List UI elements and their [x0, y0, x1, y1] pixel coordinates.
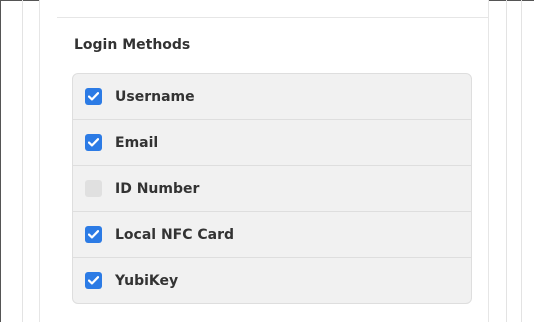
login-method-id-number[interactable]: ID Number [73, 166, 471, 212]
section-title: Login Methods [74, 37, 191, 53]
check-icon [88, 138, 99, 147]
login-method-yubikey[interactable]: YubiKey [73, 258, 471, 303]
login-method-label: YubiKey [115, 272, 179, 289]
login-methods-list: Username Email ID Number Local NFC Card … [72, 73, 472, 304]
checkbox-yubikey[interactable] [85, 272, 102, 289]
divider [521, 0, 522, 322]
checkbox-username[interactable] [85, 88, 102, 105]
check-icon [88, 230, 99, 239]
checkbox-local-nfc-card[interactable] [85, 226, 102, 243]
login-method-label: ID Number [115, 180, 200, 197]
login-method-local-nfc-card[interactable]: Local NFC Card [73, 212, 471, 258]
login-method-label: Email [115, 134, 159, 151]
login-method-label: Username [115, 88, 195, 105]
login-method-username[interactable]: Username [73, 74, 471, 120]
check-icon [88, 276, 99, 285]
login-method-email[interactable]: Email [73, 120, 471, 166]
divider [57, 17, 489, 18]
check-icon [88, 92, 99, 101]
checkbox-email[interactable] [85, 134, 102, 151]
login-method-label: Local NFC Card [115, 226, 235, 243]
checkbox-id-number[interactable] [85, 180, 102, 197]
